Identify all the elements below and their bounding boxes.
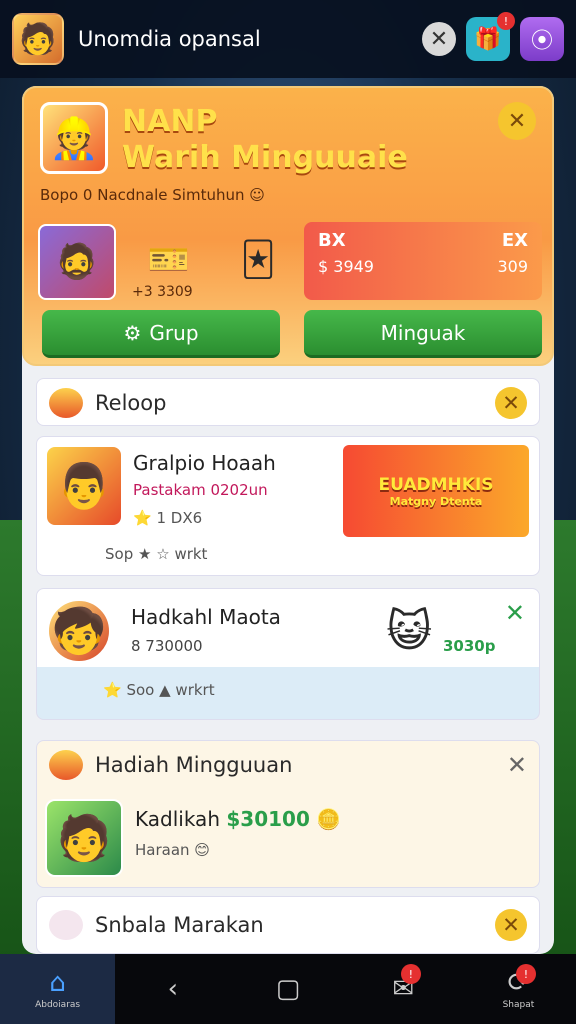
character-icon: 🧒: [47, 599, 111, 663]
gear-icon: ⚙: [123, 320, 142, 345]
character-icon: 🧔: [38, 224, 116, 300]
footer-text: Soo: [126, 681, 155, 699]
stat-value: $ 3949: [318, 257, 374, 276]
top-bar: 🧑 Unomdia opansal ✕ 🎁! ⦿: [0, 0, 576, 78]
nav-label: Abdoiaras: [35, 1000, 81, 1010]
snbala-label: Snbala Marakan: [95, 913, 264, 937]
notification-badge: !: [400, 964, 421, 984]
close-icon[interactable]: ✕: [495, 387, 527, 419]
notification-badge: !: [497, 12, 515, 30]
bottom-nav: ⌂ Abdoiaras ‹ ▢ ✉! ⟳ Shapat!: [0, 954, 576, 1024]
card-gralpio[interactable]: 👨 Gralpio Hoaah Pastakam 0202un ⭐ 1 DX6 …: [36, 436, 540, 576]
stat-value: 309: [497, 257, 528, 276]
items-value: +3 3309: [132, 284, 193, 300]
heart-icon: [49, 910, 83, 940]
reward-line: Kadlikah $30100 🪙: [135, 807, 342, 831]
reward-sub-line: Haraan 😊: [135, 841, 210, 859]
stat-ex: EX 309: [423, 222, 542, 300]
mascot-icon: 😺: [386, 605, 432, 657]
stats-box: BX $ 3949 EX 309: [304, 222, 542, 300]
hero-banner: 👷 NANP Warih Minguuaie Bopo 0 Nacdnale S…: [22, 86, 554, 366]
card-amount: 3030p: [443, 637, 496, 655]
player-avatar[interactable]: 🧑: [12, 13, 64, 65]
banner-sub: Matgny Dtenta: [389, 494, 483, 508]
coin-icon[interactable]: ⦿: [520, 17, 564, 61]
topbar-title: Unomdia opansal: [78, 27, 261, 51]
card-value: 8 730000: [131, 637, 203, 655]
reward-value: $30100: [226, 807, 310, 831]
nav-label: Shapat: [502, 1000, 535, 1010]
hero-title: NANP: [122, 104, 218, 139]
ticket-icon: 🎫: [147, 240, 191, 280]
stat-bx: BX $ 3949: [304, 222, 423, 300]
reward-sub: Haraan: [135, 841, 190, 859]
promo-banner[interactable]: EUADMHKIS Matgny Dtenta: [343, 445, 529, 537]
card-footer: ⭐ Soo ▲ wrkrt: [103, 681, 215, 699]
nav-back[interactable]: ‹: [115, 954, 230, 1024]
close-icon[interactable]: ✕: [495, 909, 527, 941]
footer-text-2: wrkt: [174, 545, 208, 563]
hero-close-button[interactable]: ✕: [498, 102, 536, 140]
footer-text-2: wrkrt: [175, 681, 215, 699]
gift-icon[interactable]: 🎁!: [466, 12, 515, 61]
nav-square[interactable]: ▢: [230, 954, 345, 1024]
reloop-label: Reloop: [95, 391, 167, 415]
home-icon: ⌂: [49, 968, 66, 998]
card-title: Gralpio Hoaah: [133, 451, 276, 475]
card-subtitle: Pastakam 0202un: [133, 481, 268, 499]
grup-button[interactable]: ⚙ Grup: [42, 310, 280, 358]
nav-shapat[interactable]: ⟳ Shapat!: [461, 954, 576, 1024]
reloop-icon: [49, 388, 83, 418]
character-icon: 🧑: [45, 799, 123, 877]
nav-home[interactable]: ⌂ Abdoiaras: [0, 954, 116, 1024]
square-icon: ▢: [275, 974, 301, 1004]
hero-subtitle: Bopo 0 Nacdnale Simtuhun ☺: [40, 186, 265, 204]
close-icon[interactable]: ✕: [507, 751, 527, 779]
hero-title-second: Warih Minguuaie: [122, 140, 408, 175]
back-icon: ‹: [167, 974, 178, 1004]
stat-label: EX: [501, 230, 528, 251]
character-icon: 👨: [45, 445, 123, 527]
main-panel: 👷 NANP Warih Minguuaie Bopo 0 Nacdnale S…: [22, 86, 554, 954]
meta-text: 1 DX6: [156, 509, 203, 527]
minguak-button[interactable]: Minguak: [304, 310, 542, 358]
notification-badge: !: [516, 964, 537, 984]
banner-title: EUADMHKIS: [378, 474, 494, 495]
nav-mail[interactable]: ✉!: [346, 954, 461, 1024]
reward-title: Kadlikah: [135, 807, 220, 831]
mingguan-title: Hadiah Mingguuan: [95, 753, 293, 777]
card-hadkahl[interactable]: 🧒 Hadkahl Maota 8 730000 ⭐ Soo ▲ wrkrt 😺…: [36, 588, 540, 720]
close-icon[interactable]: ✕: [505, 599, 525, 627]
hero-character-icon: 👷: [40, 102, 108, 174]
reward-icon: [49, 750, 83, 780]
stat-label: BX: [318, 230, 346, 251]
card-footer: Sop ★ ☆ wrkt: [105, 545, 208, 563]
cards-icon: 🃏: [240, 240, 276, 280]
snbala-row[interactable]: Snbala Marakan ✕: [36, 896, 540, 954]
reloop-row[interactable]: Reloop ✕: [36, 378, 540, 426]
card-meta: ⭐ 1 DX6: [133, 509, 203, 527]
close-icon[interactable]: ✕: [422, 22, 456, 56]
grup-label: Grup: [149, 320, 199, 345]
mingguan-section[interactable]: Hadiah Mingguuan ✕ 🧑 Kadlikah $30100 🪙 H…: [36, 740, 540, 888]
card-title: Hadkahl Maota: [131, 605, 281, 629]
footer-text: Sop: [105, 545, 134, 563]
